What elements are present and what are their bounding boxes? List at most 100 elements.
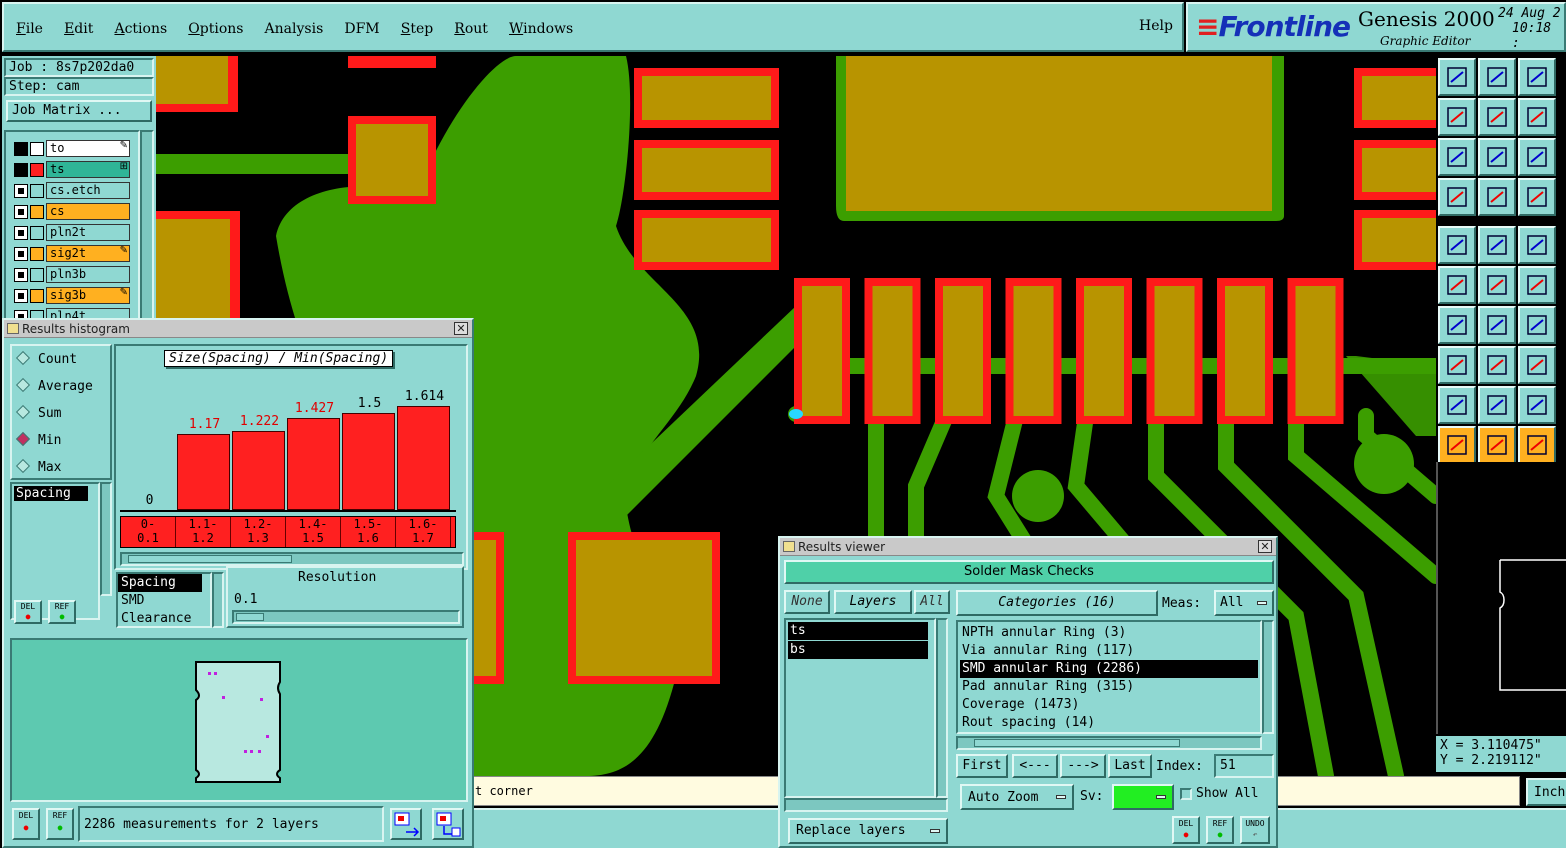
all-button[interactable]: All: [914, 590, 950, 614]
radio-diamond-icon[interactable]: [15, 377, 31, 393]
index-input[interactable]: 51: [1214, 754, 1274, 778]
layer-name[interactable]: sig2t: [46, 245, 130, 262]
zoom-to-result-icon[interactable]: [390, 808, 422, 840]
delete-icon[interactable]: [1478, 266, 1516, 304]
category-item[interactable]: Coverage (1473): [960, 696, 1258, 714]
menu-rout[interactable]: Rout: [454, 21, 488, 37]
redo-right-icon[interactable]: [1478, 98, 1516, 136]
select-icon[interactable]: [1478, 426, 1516, 464]
layer-name[interactable]: cs: [46, 203, 130, 220]
histogram-bar[interactable]: [342, 413, 395, 510]
radio-diamond-icon[interactable]: [15, 404, 31, 420]
layers-button[interactable]: Layers: [834, 590, 912, 614]
meas-dropdown[interactable]: All: [1214, 590, 1274, 616]
category-scrollbar[interactable]: [1262, 620, 1274, 734]
viewer-titlebar[interactable]: Results viewer ✕: [780, 538, 1276, 556]
close-icon[interactable]: ✕: [454, 322, 468, 335]
pad-icon[interactable]: [1438, 346, 1476, 384]
mode-radio-average[interactable]: Average: [15, 377, 93, 394]
menu-edit[interactable]: Edit: [64, 21, 93, 37]
layer-name[interactable]: cs.etch: [46, 182, 130, 199]
grid-icon[interactable]: [1478, 178, 1516, 216]
mode-radio-min[interactable]: Min: [15, 431, 61, 448]
layer-name[interactable]: sig3b: [46, 287, 130, 304]
mirror-icon[interactable]: [1518, 346, 1556, 384]
del-button[interactable]: DEL ●: [14, 600, 42, 624]
menu-dfm[interactable]: DFM: [344, 21, 379, 37]
one-to-one-icon[interactable]: [1518, 138, 1556, 176]
first-button[interactable]: First: [956, 754, 1008, 778]
mode-radio-sum[interactable]: Sum: [15, 404, 61, 421]
layer-checkbox[interactable]: [14, 289, 28, 303]
pointer-icon[interactable]: [1438, 426, 1476, 464]
resolution-slider-thumb[interactable]: [236, 613, 264, 621]
menu-windows[interactable]: Windows: [509, 21, 573, 37]
triangle-icon[interactable]: [1478, 386, 1516, 424]
layer-row-pln2t[interactable]: pln2t: [14, 224, 130, 242]
menu-actions[interactable]: Actions: [114, 21, 167, 37]
layer-row-cs-etch[interactable]: cs.etch: [14, 182, 130, 200]
layer-row-to[interactable]: to ✎: [14, 140, 130, 158]
del-button-bottom[interactable]: DEL ●: [12, 808, 40, 840]
chart-scrollbar[interactable]: [120, 552, 464, 566]
replace-layers-dropdown[interactable]: Replace layers: [788, 818, 948, 844]
histogram-bar[interactable]: [287, 418, 340, 510]
layer-name[interactable]: pln3b: [46, 266, 130, 283]
menu-help[interactable]: Help: [1139, 18, 1173, 34]
measure-list-item[interactable]: Spacing: [14, 486, 88, 501]
histogram-titlebar[interactable]: Results histogram ✕: [4, 320, 472, 338]
category-item[interactable]: SMD annular Ring (2286): [960, 660, 1258, 678]
line-icon[interactable]: [1478, 306, 1516, 344]
feature-select-icon[interactable]: [1518, 178, 1556, 216]
categories-button[interactable]: Categories (16): [956, 590, 1158, 616]
category-item[interactable]: Via annular Ring (117): [960, 642, 1258, 660]
layer-result-hscroll[interactable]: [784, 798, 948, 812]
units-button[interactable]: Inch: [1526, 778, 1566, 806]
fill-icon[interactable]: [1438, 226, 1476, 264]
node-icon[interactable]: [1518, 266, 1556, 304]
menu-step[interactable]: Step: [401, 21, 433, 37]
histogram-bar[interactable]: [232, 431, 285, 510]
split-icon[interactable]: [1478, 346, 1516, 384]
measure-type-item[interactable]: Spacing: [118, 574, 202, 592]
viewer-undo-button[interactable]: UNDO ↶: [1240, 816, 1270, 844]
histogram-bar[interactable]: [177, 434, 230, 510]
snap-icon[interactable]: [1518, 98, 1556, 136]
radio-diamond-icon[interactable]: [15, 431, 31, 447]
radio-diamond-icon[interactable]: [15, 458, 31, 474]
layer-list-scrollbar[interactable]: [140, 130, 154, 320]
category-item[interactable]: NPTH annular Ring (3): [960, 624, 1258, 642]
add-shape-icon[interactable]: [1478, 226, 1516, 264]
category-hscroll[interactable]: [956, 736, 1262, 750]
overview-map[interactable]: [1436, 462, 1566, 734]
measure-type-item[interactable]: SMD: [118, 592, 210, 610]
rotate-icon[interactable]: [1518, 306, 1556, 344]
layer-row-pln3b[interactable]: pln3b: [14, 266, 130, 284]
ref-button[interactable]: REF ●: [48, 600, 76, 624]
layer-checkbox[interactable]: [14, 142, 28, 156]
next-button[interactable]: --->: [1060, 754, 1106, 778]
menu-file[interactable]: File: [16, 21, 43, 37]
last-button[interactable]: Last: [1108, 754, 1152, 778]
polygon-icon[interactable]: [1518, 386, 1556, 424]
viewer-del-button[interactable]: DEL ●: [1172, 816, 1200, 844]
layer-name[interactable]: to: [46, 140, 130, 157]
viewer-ref-button[interactable]: REF ●: [1206, 816, 1234, 844]
result-layer-item[interactable]: ts: [788, 622, 928, 640]
measure-type-scrollbar[interactable]: [212, 572, 224, 628]
job-matrix-button[interactable]: Job Matrix ...: [6, 100, 152, 122]
layer-row-sig2t[interactable]: sig2t ✎: [14, 245, 130, 263]
resolution-slider[interactable]: [232, 610, 460, 624]
undo-left-icon[interactable]: [1438, 98, 1476, 136]
layer-checkbox[interactable]: [14, 205, 28, 219]
none-button[interactable]: None: [784, 590, 830, 614]
sv-color-dropdown[interactable]: [1112, 784, 1174, 810]
layer-result-scrollbar[interactable]: [936, 618, 948, 798]
home-icon[interactable]: [1518, 58, 1556, 96]
angle-icon[interactable]: [1438, 306, 1476, 344]
mode-radio-count[interactable]: Count: [15, 350, 77, 367]
category-item[interactable]: Rout spacing (14): [960, 714, 1258, 732]
layer-checkbox[interactable]: [14, 247, 28, 261]
layer-name[interactable]: pln2t: [46, 224, 130, 241]
menu-analysis[interactable]: Analysis: [265, 21, 324, 37]
